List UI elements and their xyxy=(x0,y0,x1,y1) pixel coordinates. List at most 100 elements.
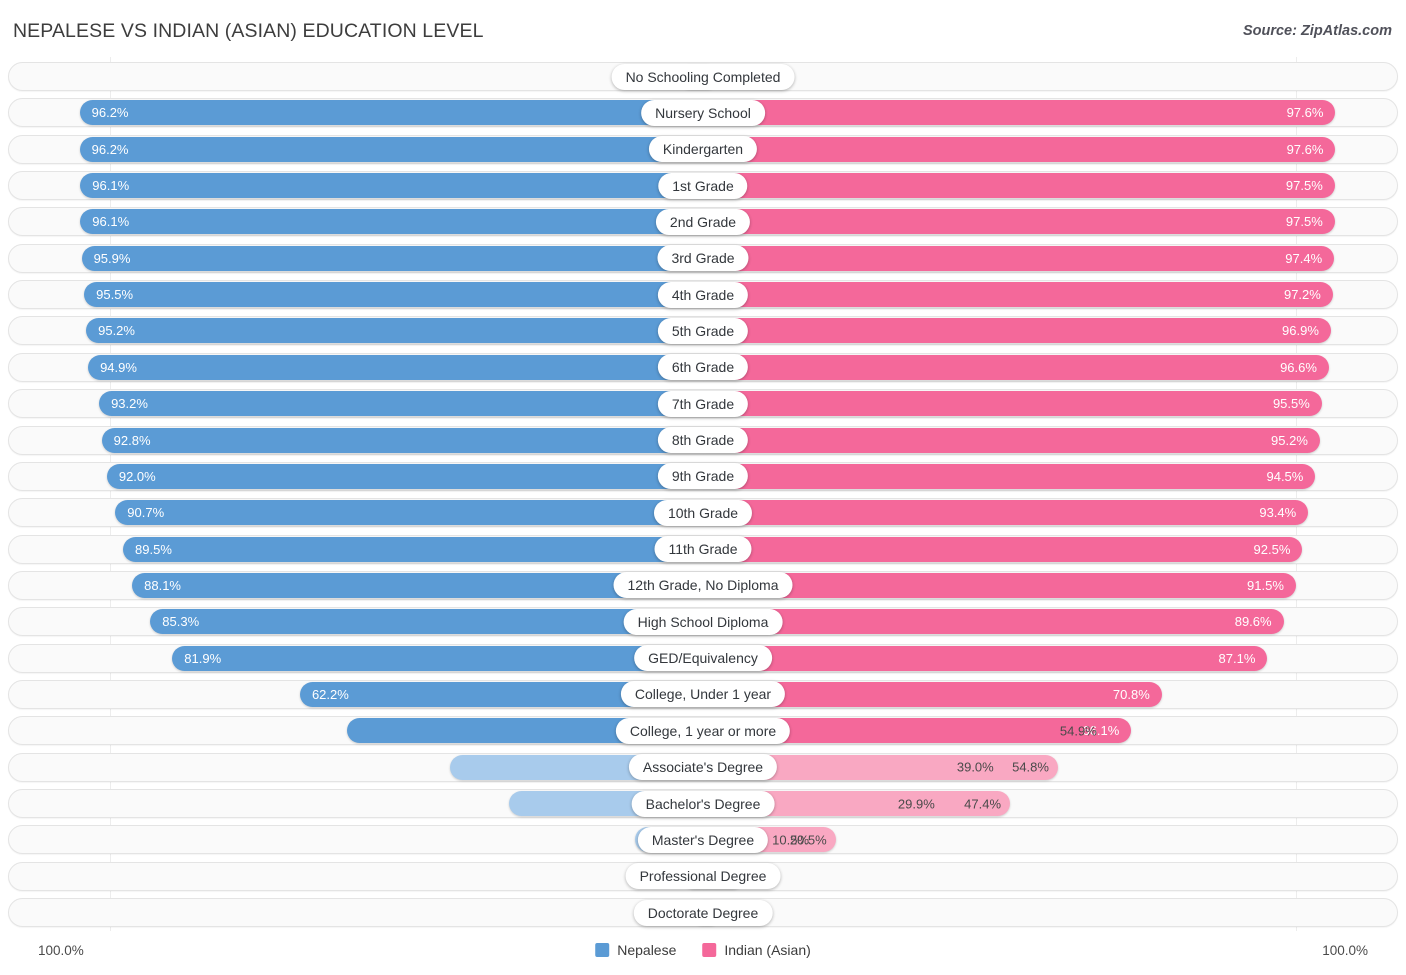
value-label-indian-asian: 70.8% xyxy=(1113,688,1150,701)
value-label-indian-asian: 92.5% xyxy=(1254,543,1291,556)
bar-indian-asian: 97.5% xyxy=(703,173,1335,198)
bar-indian-asian: 97.6% xyxy=(703,100,1335,125)
chart-header: NEPALESE VS INDIAN (ASIAN) EDUCATION LEV… xyxy=(0,0,1406,56)
value-label-nepalese: 88.1% xyxy=(144,579,181,592)
chart-row[interactable]: 3.2%6.5%Professional Degree xyxy=(8,862,1398,891)
bar-nepalese: 92.8% xyxy=(102,428,703,453)
category-label: Kindergarten xyxy=(649,136,757,162)
chart-row[interactable]: 96.1%97.5%2nd Grade xyxy=(8,207,1398,236)
value-label-nepalese: 96.1% xyxy=(92,179,129,192)
value-label-nepalese: 93.2% xyxy=(111,397,148,410)
value-label-nepalese: 54.9% xyxy=(1060,724,1097,737)
bar-indian-asian: 97.5% xyxy=(703,209,1335,234)
value-label-nepalese: 94.9% xyxy=(100,361,137,374)
legend-swatch-icon xyxy=(595,943,609,957)
bar-nepalese: 96.1% xyxy=(80,209,703,234)
chart-legend: Nepalese Indian (Asian) xyxy=(595,942,811,958)
value-label-nepalese: 92.8% xyxy=(114,434,151,447)
bar-nepalese: 85.3% xyxy=(150,609,703,634)
value-label-indian-asian: 96.6% xyxy=(1280,361,1317,374)
bar-indian-asian: 95.2% xyxy=(703,428,1320,453)
chart-row[interactable]: 1.3%2.9%Doctorate Degree xyxy=(8,898,1398,927)
chart-row[interactable]: 62.2%70.8%College, Under 1 year xyxy=(8,680,1398,709)
chart-row[interactable]: 96.1% 97.5% 1st Grade xyxy=(8,171,1398,200)
value-label-indian-asian: 87.1% xyxy=(1219,652,1256,665)
value-label-nepalese: 96.2% xyxy=(92,106,129,119)
bar-indian-asian: 94.5% xyxy=(703,464,1315,489)
value-label-indian-asian: 97.6% xyxy=(1287,143,1324,156)
legend-label: Nepalese xyxy=(617,942,676,958)
chart-row[interactable]: 96.2% 97.6%Nursery School xyxy=(8,98,1398,127)
chart-row[interactable]: 95.2% 96.9% 5th Grade xyxy=(8,316,1398,345)
value-label-nepalese: 39.0% xyxy=(957,761,994,774)
bar-indian-asian: 95.5% xyxy=(703,391,1322,416)
chart-row[interactable]: 3.8%2.5%No Schooling Completed xyxy=(8,62,1398,91)
category-label: 9th Grade xyxy=(658,463,748,489)
category-label: Bachelor's Degree xyxy=(632,791,775,817)
bar-nepalese: 96.1% xyxy=(80,173,703,198)
chart-row[interactable]: 95.5% 97.2% 4th Grade xyxy=(8,280,1398,309)
category-label: 8th Grade xyxy=(658,427,748,453)
chart-row[interactable]: 92.0%94.5%9th Grade xyxy=(8,462,1398,491)
axis-label-left: 100.0% xyxy=(38,943,84,958)
value-label-nepalese: 95.5% xyxy=(96,288,133,301)
bar-nepalese: 95.5% xyxy=(84,282,703,307)
chart-row[interactable]: 95.9%97.4%3rd Grade xyxy=(8,244,1398,273)
bar-indian-asian: 97.6% xyxy=(703,137,1335,162)
category-label: 5th Grade xyxy=(658,318,748,344)
legend-item[interactable]: Indian (Asian) xyxy=(702,942,810,958)
value-label-indian-asian: 20.5% xyxy=(790,833,827,846)
value-label-indian-asian: 97.2% xyxy=(1284,288,1321,301)
category-label: 3rd Grade xyxy=(657,245,748,271)
value-label-nepalese: 81.9% xyxy=(184,652,221,665)
category-label: GED/Equivalency xyxy=(634,645,772,671)
bar-indian-asian: 97.4% xyxy=(703,246,1334,271)
chart-row[interactable]: 81.9% 87.1% GED/Equivalency xyxy=(8,644,1398,673)
chart-row[interactable]: 29.9%47.4%Bachelor's Degree xyxy=(8,789,1398,818)
bar-nepalese: 96.2% xyxy=(80,100,703,125)
category-label: 12th Grade, No Diploma xyxy=(614,572,793,598)
value-label-indian-asian: 91.5% xyxy=(1247,579,1284,592)
category-label: 4th Grade xyxy=(658,282,748,308)
category-label: 1st Grade xyxy=(658,173,747,199)
chart-footer: 100.0% 100.0% NepaleseIndian (Asian) xyxy=(0,936,1406,975)
value-label-nepalese: 96.2% xyxy=(92,143,129,156)
value-label-indian-asian: 97.5% xyxy=(1286,179,1323,192)
category-label: High School Diploma xyxy=(624,609,783,635)
category-label: 6th Grade xyxy=(658,354,748,380)
bar-nepalese: 95.9% xyxy=(82,246,703,271)
bar-nepalese: 89.5% xyxy=(123,537,703,562)
chart-row[interactable]: 85.3% 89.6% High School Diploma xyxy=(8,607,1398,636)
legend-swatch-icon xyxy=(702,943,716,957)
bar-nepalese: 93.2% xyxy=(99,391,703,416)
bar-indian-asian: 97.2% xyxy=(703,282,1333,307)
legend-item[interactable]: Nepalese xyxy=(595,942,676,958)
category-label: No Schooling Completed xyxy=(612,64,795,90)
value-label-indian-asian: 95.5% xyxy=(1273,397,1310,410)
bar-nepalese: 92.0% xyxy=(107,464,703,489)
value-label-nepalese: 96.1% xyxy=(92,215,129,228)
category-label: 7th Grade xyxy=(658,391,748,417)
chart-row[interactable]: 89.5% 92.5% 11th Grade xyxy=(8,535,1398,564)
chart-row[interactable]: 90.7%93.4%10th Grade xyxy=(8,498,1398,527)
chart-row[interactable]: 96.2% 97.6% Kindergarten xyxy=(8,135,1398,164)
chart-row[interactable]: 92.8% 95.2% 8th Grade xyxy=(8,426,1398,455)
value-label-indian-asian: 47.4% xyxy=(964,797,1001,810)
bar-nepalese: 94.9% xyxy=(88,355,703,380)
value-label-indian-asian: 54.8% xyxy=(1012,761,1049,774)
bar-indian-asian: 92.5% xyxy=(703,537,1302,562)
chart-row[interactable]: 94.9% 96.6% 6th Grade xyxy=(8,353,1398,382)
category-label: Nursery School xyxy=(641,100,765,126)
value-label-indian-asian: 95.2% xyxy=(1271,434,1308,447)
chart-row[interactable]: 93.2% 95.5% 7th Grade xyxy=(8,389,1398,418)
value-label-indian-asian: 96.9% xyxy=(1282,324,1319,337)
value-label-indian-asian: 89.6% xyxy=(1235,615,1272,628)
bar-nepalese: 95.2% xyxy=(86,318,703,343)
bar-nepalese: 90.7% xyxy=(115,500,703,525)
category-label: 11th Grade xyxy=(654,536,751,562)
legend-label: Indian (Asian) xyxy=(724,942,810,958)
chart-row[interactable]: 10.5%20.5%Master's Degree xyxy=(8,825,1398,854)
chart-row[interactable]: 66.1%54.9%College, 1 year or more xyxy=(8,716,1398,745)
chart-row[interactable]: 88.1% 91.5% 12th Grade, No Diploma xyxy=(8,571,1398,600)
chart-row[interactable]: 39.0%54.8%Associate's Degree xyxy=(8,753,1398,782)
